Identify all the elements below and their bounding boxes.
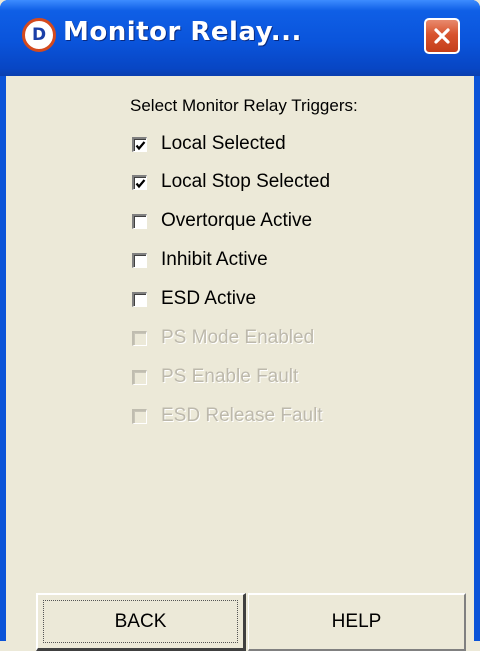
trigger-label: Overtorque Active <box>161 210 313 231</box>
checkbox-ps-enable-fault <box>132 369 147 385</box>
trigger-label: Local Selected <box>161 133 286 154</box>
monitor-relay-window: D Monitor Relay... Select Monitor Relay … <box>0 0 480 651</box>
trigger-local-stop-selected[interactable]: Local Stop Selected <box>132 167 330 197</box>
trigger-local-selected[interactable]: Local Selected <box>132 129 286 159</box>
app-logo-letter: D <box>31 25 47 45</box>
trigger-esd-release-fault: ESD Release Fault <box>132 401 323 431</box>
trigger-label: Local Stop Selected <box>161 171 331 192</box>
checkbox-inhibit-active[interactable] <box>132 252 147 268</box>
window-title: Monitor Relay... <box>63 17 302 47</box>
trigger-ps-mode-enabled: PS Mode Enabled <box>132 323 314 353</box>
trigger-overtorque-active[interactable]: Overtorque Active <box>132 206 312 236</box>
triggers-heading: Select Monitor Relay Triggers: <box>130 96 358 115</box>
help-button[interactable]: HELP <box>248 593 466 651</box>
close-icon <box>434 28 450 44</box>
back-button[interactable]: BACK <box>36 593 246 651</box>
checkbox-ps-mode-enabled <box>132 330 147 346</box>
trigger-label: ESD Release Fault <box>161 405 323 426</box>
trigger-inhibit-active[interactable]: Inhibit Active <box>132 245 268 275</box>
checkbox-esd-release-fault <box>132 408 147 424</box>
dialog-body: Select Monitor Relay Triggers: Local Sel… <box>6 76 474 651</box>
trigger-label: Inhibit Active <box>161 249 268 270</box>
checkbox-overtorque-active[interactable] <box>132 213 147 229</box>
checkbox-local-selected[interactable] <box>132 136 147 152</box>
close-button[interactable] <box>424 18 460 54</box>
checkbox-local-stop-selected[interactable] <box>132 174 147 190</box>
check-icon <box>135 140 146 150</box>
trigger-esd-active[interactable]: ESD Active <box>132 284 256 314</box>
title-bar[interactable]: D Monitor Relay... <box>0 0 480 76</box>
check-icon <box>135 178 146 188</box>
trigger-label: ESD Active <box>161 288 257 309</box>
trigger-ps-enable-fault: PS Enable Fault <box>132 362 298 392</box>
trigger-label: PS Mode Enabled <box>161 327 315 348</box>
trigger-label: PS Enable Fault <box>161 366 299 387</box>
app-logo-icon: D <box>22 18 56 52</box>
checkbox-esd-active[interactable] <box>132 291 147 307</box>
